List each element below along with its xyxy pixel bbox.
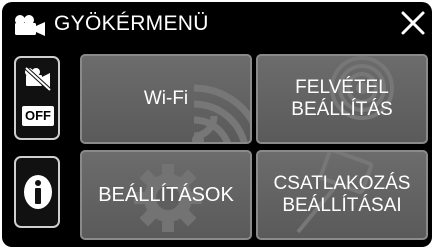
- header: GYÖKÉRMENÜ: [2, 2, 432, 46]
- connection-settings-tile-label: CSATLAKOZÁS BEÁLLÍTÁSAI: [273, 173, 411, 216]
- silent-mode-button[interactable]: OFF: [14, 56, 60, 140]
- close-icon[interactable]: [400, 10, 426, 36]
- root-menu-screen: GYÖKÉRMENÜ OFF Wi-Fi FELVÉTEL BEÁLLÍTÁS …: [2, 2, 432, 247]
- record-settings-tile[interactable]: FELVÉTEL BEÁLLÍTÁS: [256, 54, 428, 144]
- wifi-tile[interactable]: Wi-Fi: [80, 54, 252, 144]
- connection-settings-tile[interactable]: CSATLAKOZÁS BEÁLLÍTÁSAI: [256, 150, 428, 240]
- info-button[interactable]: [14, 156, 60, 228]
- silent-mode-icon: [24, 66, 52, 92]
- page-title: GYÖKÉRMENÜ: [54, 12, 209, 35]
- wifi-tile-label: Wi-Fi: [143, 88, 189, 109]
- video-camera-icon: [15, 15, 45, 36]
- record-settings-tile-label: FELVÉTEL BEÁLLÍTÁS: [291, 77, 393, 120]
- settings-tile-label: BEÁLLÍTÁSOK: [98, 184, 234, 206]
- info-icon: [24, 175, 52, 209]
- settings-tile[interactable]: BEÁLLÍTÁSOK: [80, 150, 252, 240]
- silent-mode-state-badge: OFF: [22, 106, 54, 126]
